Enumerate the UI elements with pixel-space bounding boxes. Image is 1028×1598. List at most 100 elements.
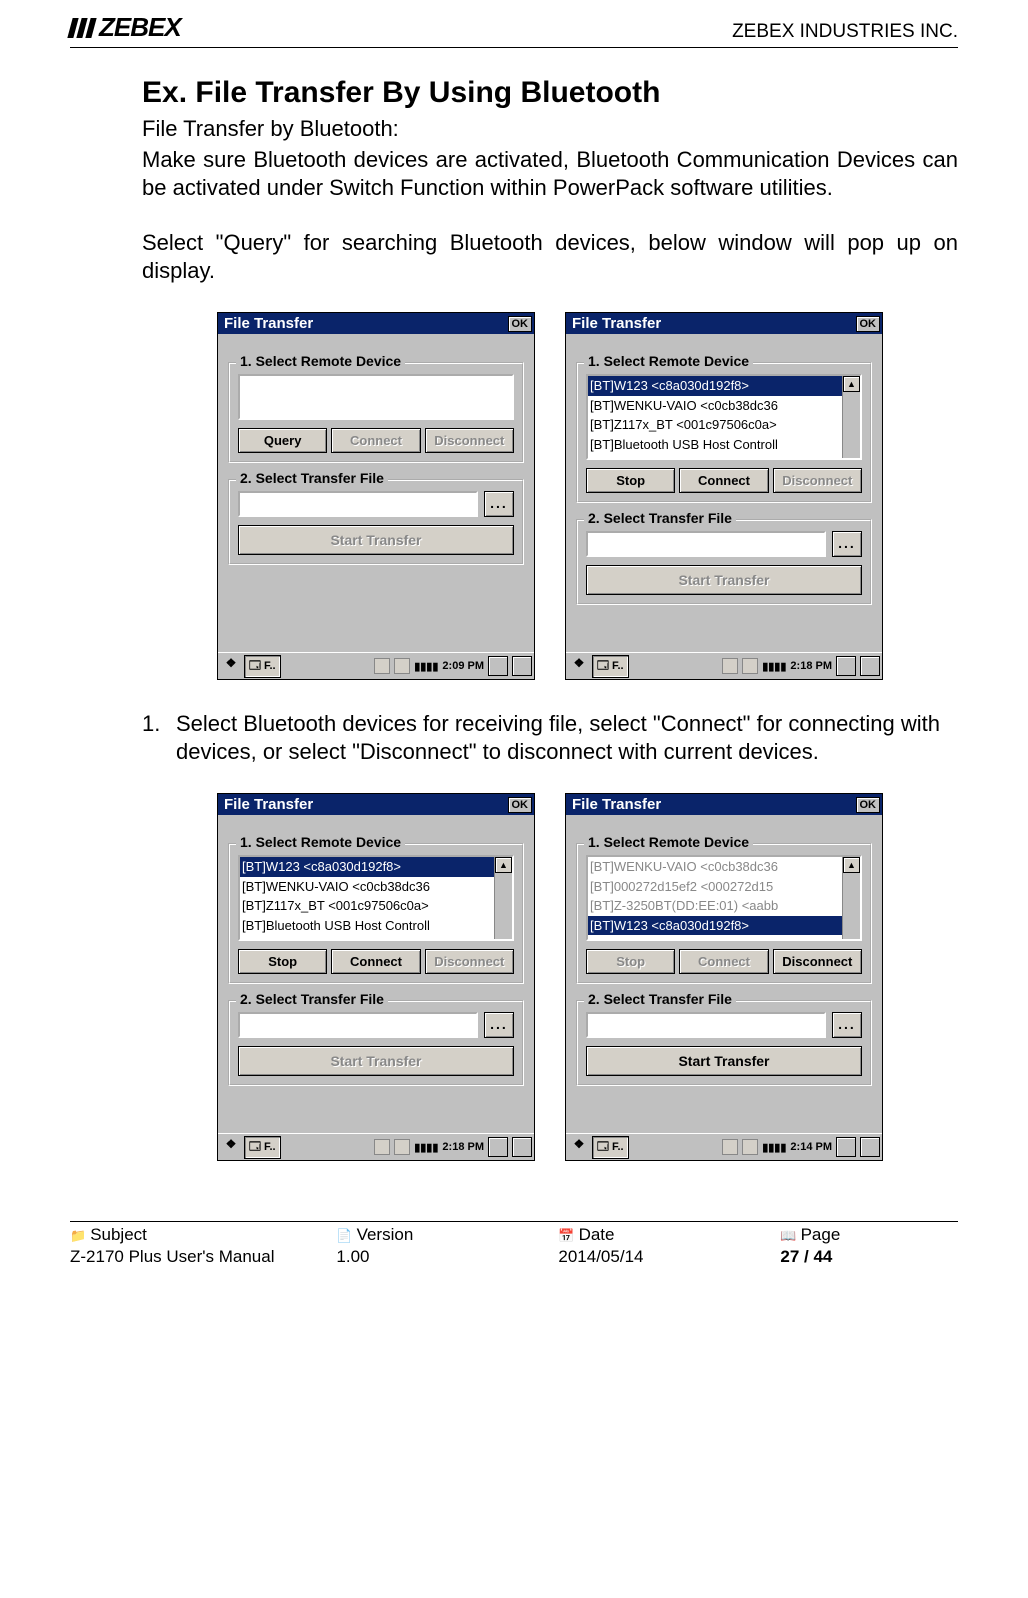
start-icon[interactable]: ❖ (568, 656, 590, 676)
version-icon: 📄 (336, 1228, 352, 1243)
device-list[interactable]: [BT]W123 <c8a030d192f8> [BT]WENKU-VAIO <… (586, 374, 862, 460)
list-item[interactable]: [BT]Bluetooth USB Host Controll (588, 435, 860, 455)
group-select-device: 1. Select Remote Device [BT]WENKU-VAIO <… (576, 843, 872, 984)
group-select-file: 2. Select Transfer File ... Start Transf… (576, 1000, 872, 1086)
list-item[interactable]: [BT]W123 <c8a030d192f8> (588, 376, 860, 396)
cascade-windows-icon[interactable] (512, 656, 532, 676)
list-item[interactable]: [BT]W123 <c8a030d192f8> (240, 857, 512, 877)
screenshot-b1: File Transfer OK 1. Select Remote Device… (217, 793, 535, 1161)
legend-select-file: 2. Select Transfer File (236, 991, 388, 1007)
task-button[interactable]: 🗔 F.. (244, 655, 281, 678)
list-item[interactable]: [BT]WENKU-VAIO <c0cb38dc36 (588, 857, 860, 877)
group-select-device: 1. Select Remote Device Query Connect Di… (228, 362, 524, 463)
company-name: ZEBEX INDUSTRIES INC. (732, 21, 958, 43)
group-select-file: 2. Select Transfer File ... Start Transf… (228, 479, 524, 565)
cascade-windows-icon[interactable] (512, 1137, 532, 1157)
keyboard-icon[interactable] (836, 656, 856, 676)
group-select-file: 2. Select Transfer File ... Start Transf… (576, 519, 872, 605)
device-list[interactable]: [BT]WENKU-VAIO <c0cb38dc36 [BT]000272d15… (586, 855, 862, 941)
intro-paragraph-2: Select "Query" for searching Bluetooth d… (142, 229, 958, 284)
cascade-windows-icon[interactable] (860, 656, 880, 676)
disconnect-button[interactable]: Disconnect (773, 949, 862, 974)
connect-button[interactable]: Connect (679, 468, 768, 493)
start-transfer-button: Start Transfer (586, 565, 862, 595)
file-path-input[interactable] (238, 491, 478, 517)
query-button[interactable]: Query (238, 428, 327, 453)
footer-version: 1.00 (336, 1246, 558, 1268)
titlebar: File Transfer OK (566, 313, 882, 334)
screenshot-a2: File Transfer OK 1. Select Remote Device… (565, 312, 883, 680)
taskbar[interactable]: ❖ 🗔 F.. ▮▮▮▮ 2:18 PM (218, 1133, 534, 1160)
screenshot-b2: File Transfer OK 1. Select Remote Device… (565, 793, 883, 1161)
cascade-windows-icon[interactable] (860, 1137, 880, 1157)
connect-button[interactable]: Connect (331, 949, 420, 974)
disconnect-button: Disconnect (425, 428, 514, 453)
start-icon[interactable]: ❖ (220, 1137, 242, 1157)
scroll-up-icon[interactable]: ▲ (843, 857, 860, 873)
group-select-device: 1. Select Remote Device [BT]W123 <c8a030… (228, 843, 524, 984)
ok-button[interactable]: OK (856, 797, 881, 813)
file-path-input[interactable] (586, 1012, 826, 1038)
start-icon[interactable]: ❖ (568, 1137, 590, 1157)
device-list[interactable] (238, 374, 514, 420)
task-button[interactable]: 🗔 F.. (592, 655, 629, 678)
tray-icon[interactable] (722, 1139, 738, 1155)
taskbar[interactable]: ❖ 🗔 F.. ▮▮▮▮ 2:14 PM (566, 1133, 882, 1160)
subtitle: File Transfer by Bluetooth: (142, 116, 958, 142)
task-button[interactable]: 🗔 F.. (592, 1136, 629, 1159)
ok-button[interactable]: OK (508, 797, 533, 813)
tray-icon[interactable] (722, 658, 738, 674)
start-transfer-button[interactable]: Start Transfer (586, 1046, 862, 1076)
tray-icon[interactable] (742, 658, 758, 674)
list-item[interactable]: [BT]000272d15ef2 <000272d15 (588, 877, 860, 897)
scrollbar[interactable]: ▲ (494, 857, 512, 939)
scrollbar[interactable]: ▲ (842, 857, 860, 939)
tray-icon[interactable] (394, 1139, 410, 1155)
disconnect-button: Disconnect (425, 949, 514, 974)
screenshot-a1: File Transfer OK 1. Select Remote Device… (217, 312, 535, 680)
titlebar: File Transfer OK (218, 313, 534, 334)
list-item[interactable]: [BT]Z117x_BT <001c97506c0a> (588, 415, 860, 435)
ok-button[interactable]: OK (856, 316, 881, 332)
list-item[interactable]: [BT]WENKU-VAIO <c0cb38dc36 (588, 396, 860, 416)
browse-button[interactable]: ... (484, 491, 514, 517)
legend-select-file: 2. Select Transfer File (584, 991, 736, 1007)
page-footer: 📁Subject 📄Version 📅Date 📖Page Z-2170 Plu… (70, 1221, 958, 1268)
list-item[interactable]: [BT]W123 <c8a030d192f8> (588, 916, 860, 936)
scrollbar[interactable]: ▲ (842, 376, 860, 458)
stop-button[interactable]: Stop (586, 468, 675, 493)
tray-icon[interactable] (374, 658, 390, 674)
browse-button[interactable]: ... (832, 531, 862, 557)
step-1: 1. Select Bluetooth devices for receivin… (142, 710, 958, 765)
file-path-input[interactable] (238, 1012, 478, 1038)
tray-icon[interactable] (742, 1139, 758, 1155)
barcode-icon: ▮▮▮▮ (414, 1141, 438, 1154)
ok-button[interactable]: OK (508, 316, 533, 332)
stop-button[interactable]: Stop (238, 949, 327, 974)
connect-button: Connect (331, 428, 420, 453)
start-icon[interactable]: ❖ (220, 656, 242, 676)
keyboard-icon[interactable] (488, 1137, 508, 1157)
file-path-input[interactable] (586, 531, 826, 557)
keyboard-icon[interactable] (488, 656, 508, 676)
keyboard-icon[interactable] (836, 1137, 856, 1157)
window-title: File Transfer (224, 796, 313, 813)
list-item[interactable]: [BT]WENKU-VAIO <c0cb38dc36 (240, 877, 512, 897)
list-item[interactable]: [BT]Z-3250BT(DD:EE:01) <aabb (588, 896, 860, 916)
list-item[interactable]: [BT]Bluetooth USB Host Controll (240, 916, 512, 936)
scroll-up-icon[interactable]: ▲ (843, 376, 860, 392)
taskbar[interactable]: ❖ 🗔 F.. ▮▮▮▮ 2:09 PM (218, 652, 534, 679)
footer-label-version: Version (357, 1225, 414, 1244)
list-item[interactable]: [BT]Z117x_BT <001c97506c0a> (240, 896, 512, 916)
start-transfer-button: Start Transfer (238, 1046, 514, 1076)
browse-button[interactable]: ... (484, 1012, 514, 1038)
browse-button[interactable]: ... (832, 1012, 862, 1038)
task-button[interactable]: 🗔 F.. (244, 1136, 281, 1159)
barcode-icon: ▮▮▮▮ (762, 1141, 786, 1154)
taskbar[interactable]: ❖ 🗔 F.. ▮▮▮▮ 2:18 PM (566, 652, 882, 679)
page-header: ZEBEX ZEBEX INDUSTRIES INC. (70, 12, 958, 48)
device-list[interactable]: [BT]W123 <c8a030d192f8> [BT]WENKU-VAIO <… (238, 855, 514, 941)
scroll-up-icon[interactable]: ▲ (495, 857, 512, 873)
tray-icon[interactable] (374, 1139, 390, 1155)
tray-icon[interactable] (394, 658, 410, 674)
